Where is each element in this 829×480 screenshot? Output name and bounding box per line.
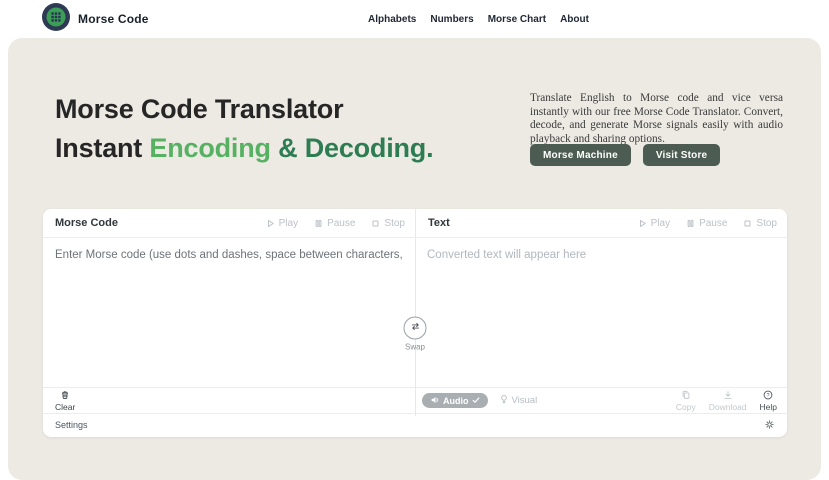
pause-icon bbox=[685, 218, 696, 229]
text-stop-label: Stop bbox=[756, 218, 777, 229]
nav-item-morse-chart[interactable]: Morse Chart bbox=[488, 14, 546, 25]
text-pause-button[interactable]: Pause bbox=[685, 218, 727, 229]
download-icon bbox=[723, 389, 733, 404]
text-stop-button[interactable]: Stop bbox=[742, 218, 777, 229]
page-content: Morse Code Translator Instant Encoding &… bbox=[8, 38, 821, 480]
morse-pause-label: Pause bbox=[327, 218, 355, 229]
morse-stop-button[interactable]: Stop bbox=[370, 218, 405, 229]
download-button[interactable]: Download bbox=[709, 389, 747, 413]
morse-panel-title: Morse Code bbox=[55, 217, 118, 229]
swap-icon bbox=[409, 321, 421, 336]
swap-button[interactable] bbox=[404, 317, 427, 340]
toolbar-left: Clear bbox=[43, 389, 415, 413]
stop-icon bbox=[370, 218, 381, 229]
text-output[interactable] bbox=[415, 238, 787, 387]
copy-label: Copy bbox=[676, 403, 696, 412]
stop-icon bbox=[742, 218, 753, 229]
morse-play-label: Play bbox=[279, 218, 298, 229]
morse-panel-header: Morse Code Play Pause Stop bbox=[43, 209, 415, 237]
morse-stop-label: Stop bbox=[384, 218, 405, 229]
hero-cta-group: Morse Machine Visit Store bbox=[530, 144, 720, 166]
speaker-icon bbox=[430, 395, 440, 407]
audio-label: Audio bbox=[443, 396, 469, 406]
clear-label: Clear bbox=[55, 403, 75, 412]
clear-button[interactable]: Clear bbox=[55, 389, 75, 413]
morse-playback-controls: Play Pause Stop bbox=[265, 218, 405, 229]
help-button[interactable]: ? Help bbox=[760, 389, 777, 413]
bulb-icon bbox=[499, 394, 509, 407]
text-panel-header: Text Play Pause Stop bbox=[415, 209, 787, 237]
trash-icon bbox=[60, 389, 70, 404]
toolbar-actions: Copy Download ? Help bbox=[676, 389, 777, 413]
logo-icon bbox=[42, 3, 70, 36]
nav-item-alphabets[interactable]: Alphabets bbox=[368, 14, 416, 25]
svg-text:?: ? bbox=[767, 392, 770, 398]
text-playback-controls: Play Pause Stop bbox=[637, 218, 777, 229]
nav-item-numbers[interactable]: Numbers bbox=[430, 14, 473, 25]
morse-input[interactable] bbox=[43, 238, 415, 387]
brand-name: Morse Code bbox=[78, 12, 149, 26]
hero-subtitle-decoding: & Decoding. bbox=[271, 133, 434, 163]
swap-label: Swap bbox=[405, 343, 425, 352]
panel-headers: Morse Code Play Pause Stop bbox=[43, 209, 787, 238]
top-navigation-bar: Morse Code Alphabets Numbers Morse Chart… bbox=[0, 0, 829, 38]
audio-toggle[interactable]: Audio bbox=[422, 393, 488, 408]
text-output-area: Converted text will appear here bbox=[415, 238, 787, 387]
toolbar-right: Audio Visual Copy Download bbox=[415, 389, 787, 413]
gear-icon bbox=[764, 418, 775, 433]
morse-input-area: Enter Morse code (use dots and dashes, s… bbox=[43, 238, 415, 387]
text-panel-title: Text bbox=[428, 217, 450, 229]
settings-row[interactable]: Settings bbox=[43, 413, 787, 436]
nav-item-about[interactable]: About bbox=[560, 14, 589, 25]
visual-label: Visual bbox=[512, 395, 538, 406]
play-icon bbox=[265, 218, 276, 229]
hero-description: Translate English to Morse code and vice… bbox=[530, 92, 783, 147]
text-play-label: Play bbox=[651, 218, 670, 229]
swap-control: Swap bbox=[404, 317, 427, 352]
help-icon: ? bbox=[763, 389, 773, 404]
translator-card: Morse Code Play Pause Stop bbox=[43, 209, 787, 437]
hero-title-line1: Morse Code Translator bbox=[55, 94, 343, 124]
brand-logo-link[interactable]: Morse Code bbox=[42, 3, 149, 36]
copy-icon bbox=[681, 389, 691, 404]
morse-play-button[interactable]: Play bbox=[265, 218, 298, 229]
main-nav: Alphabets Numbers Morse Chart About bbox=[368, 0, 589, 38]
text-pause-label: Pause bbox=[699, 218, 727, 229]
pause-icon bbox=[313, 218, 324, 229]
visit-store-button[interactable]: Visit Store bbox=[643, 144, 720, 166]
settings-gear-button[interactable] bbox=[764, 418, 775, 433]
copy-button[interactable]: Copy bbox=[676, 389, 696, 413]
visual-toggle[interactable]: Visual bbox=[499, 394, 538, 407]
panel-bodies: Enter Morse code (use dots and dashes, s… bbox=[43, 238, 787, 387]
hero-subtitle-encoding: Encoding bbox=[149, 133, 270, 163]
download-label: Download bbox=[709, 403, 747, 412]
help-label: Help bbox=[760, 403, 777, 412]
play-icon bbox=[637, 218, 648, 229]
text-play-button[interactable]: Play bbox=[637, 218, 670, 229]
hero-subtitle-plain: Instant bbox=[55, 133, 149, 163]
morse-machine-button[interactable]: Morse Machine bbox=[530, 144, 631, 166]
morse-pause-button[interactable]: Pause bbox=[313, 218, 355, 229]
check-icon bbox=[472, 396, 480, 406]
page-title: Morse Code Translator Instant Encoding &… bbox=[55, 90, 433, 168]
settings-label: Settings bbox=[55, 420, 88, 430]
